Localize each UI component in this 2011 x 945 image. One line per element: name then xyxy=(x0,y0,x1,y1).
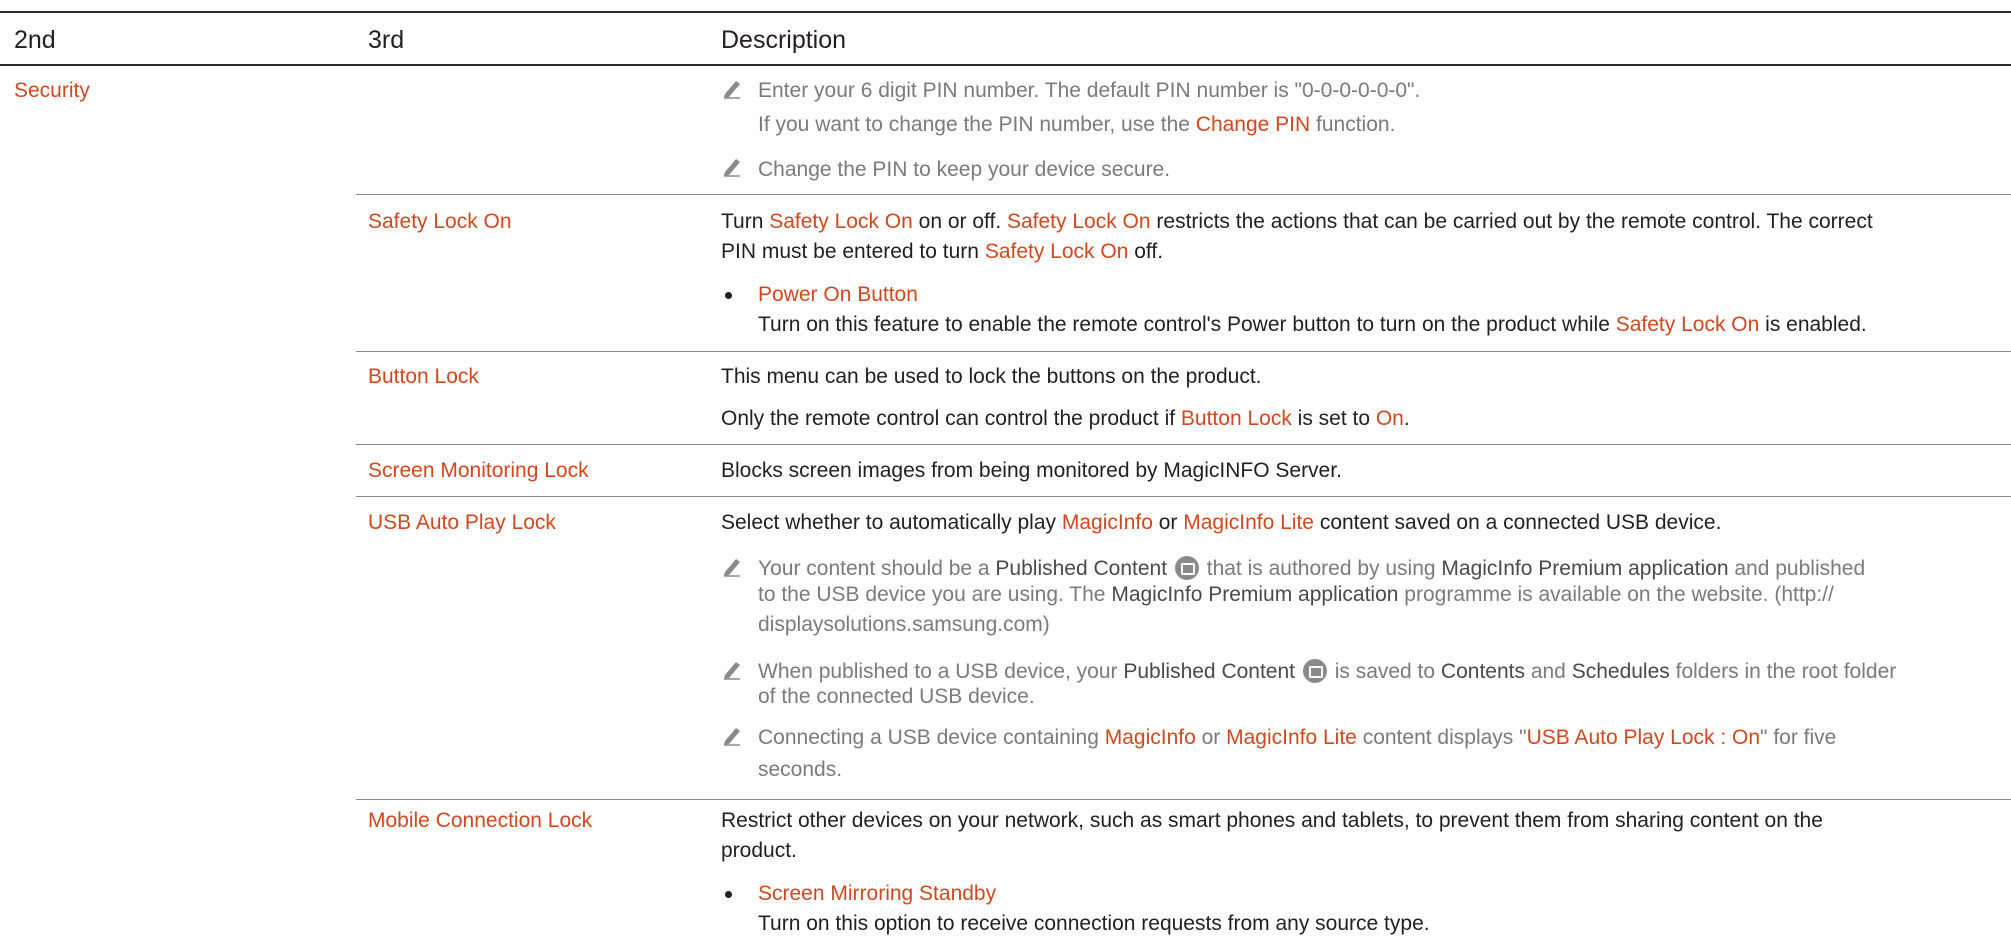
screen-mirroring-standby-desc: Turn on this option to receive connectio… xyxy=(758,912,1430,935)
usb-auto-play-lock-desc: Select whether to automatically play Mag… xyxy=(721,511,1722,534)
pencil-icon xyxy=(724,559,740,577)
safety-lock-desc-line-1: Turn Safety Lock On on or off. Safety Lo… xyxy=(721,210,1873,233)
column-header-description: Description xyxy=(721,26,847,54)
usb-note-2-line-2: of the connected USB device. xyxy=(758,685,1035,708)
pencil-icon xyxy=(724,81,740,99)
row-divider xyxy=(356,194,2011,195)
usb-note-1-line-2: to the USB device you are using. The Mag… xyxy=(758,583,1834,606)
button-lock-desc-line-2: Only the remote control can control the … xyxy=(721,407,1410,430)
mobile-connection-lock-desc-line-1: Restrict other devices on your network, … xyxy=(721,809,1823,832)
mobile-connection-lock-desc-line-2: product. xyxy=(721,839,797,862)
usb-note-3-line-2: seconds. xyxy=(758,758,843,781)
screen-monitoring-lock-desc: Blocks screen images from being monitore… xyxy=(721,459,1342,482)
bullet-icon xyxy=(725,891,732,898)
pin-note-1-line-1: Enter your 6 digit PIN number. The defau… xyxy=(758,79,1421,102)
usb-note-1-line-3: displaysolutions.samsung.com) xyxy=(758,613,1050,636)
row-label-safety-lock-on: Safety Lock On xyxy=(368,210,512,233)
change-pin-link: Change PIN xyxy=(1195,113,1311,136)
safety-lock-desc-line-2: PIN must be entered to turn Safety Lock … xyxy=(721,240,1164,263)
table-top-rule xyxy=(0,11,2011,13)
button-lock-desc-line-1: This menu can be used to lock the button… xyxy=(721,365,1262,388)
column-header-3rd: 3rd xyxy=(368,26,405,54)
pencil-icon xyxy=(724,728,740,746)
usb-note-3-line-1: Connecting a USB device containing Magic… xyxy=(758,726,1837,749)
row-divider xyxy=(356,799,2011,800)
screen-mirroring-standby-title: Screen Mirroring Standby xyxy=(758,882,997,905)
section-label-security: Security xyxy=(14,79,90,102)
row-label-screen-monitoring-lock: Screen Monitoring Lock xyxy=(368,459,589,482)
row-divider xyxy=(356,496,2011,497)
pencil-icon xyxy=(724,662,740,680)
pin-note-1-line-2: If you want to change the PIN number, us… xyxy=(758,113,1396,136)
row-divider xyxy=(356,351,2011,352)
row-label-usb-auto-play-lock: USB Auto Play Lock xyxy=(368,511,556,534)
table-header-rule xyxy=(0,64,2011,66)
published-content-icon xyxy=(1174,556,1199,580)
published-content-icon xyxy=(1302,659,1327,683)
pin-note-2: Change the PIN to keep your device secur… xyxy=(758,158,1171,181)
row-label-mobile-connection-lock: Mobile Connection Lock xyxy=(368,809,593,832)
power-on-button-title: Power On Button xyxy=(758,283,918,306)
row-divider xyxy=(356,444,2011,445)
bullet-icon xyxy=(725,292,732,299)
column-header-2nd: 2nd xyxy=(14,26,56,54)
row-label-button-lock: Button Lock xyxy=(368,365,479,388)
power-on-button-desc: Turn on this feature to enable the remot… xyxy=(758,313,1867,336)
pencil-icon xyxy=(724,159,740,177)
